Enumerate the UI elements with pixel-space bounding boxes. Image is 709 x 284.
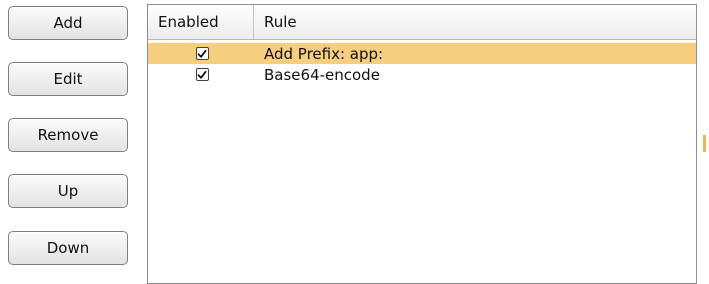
enabled-cell xyxy=(148,47,254,60)
enabled-checkbox[interactable] xyxy=(195,47,209,60)
add-button[interactable]: Add xyxy=(8,6,128,40)
enabled-checkbox[interactable] xyxy=(195,68,209,81)
enabled-cell xyxy=(148,68,254,81)
checkmark-icon xyxy=(197,70,207,79)
edit-button[interactable]: Edit xyxy=(8,62,128,96)
rule-cell: Add Prefix: app: xyxy=(264,44,384,63)
table-row[interactable]: Base64-encode xyxy=(148,64,696,85)
checkmark-icon xyxy=(197,49,207,58)
table-row[interactable]: Add Prefix: app: xyxy=(148,43,696,64)
column-header-rule[interactable]: Rule xyxy=(254,5,696,39)
column-header-enabled[interactable]: Enabled xyxy=(148,5,254,39)
up-button[interactable]: Up xyxy=(8,174,128,208)
down-button[interactable]: Down xyxy=(8,231,128,265)
table-header: Enabled Rule xyxy=(148,5,696,40)
rule-cell: Base64-encode xyxy=(264,65,380,84)
table-body: Add Prefix: app: Base64-encode xyxy=(148,43,696,85)
remove-button[interactable]: Remove xyxy=(8,118,128,152)
edge-marker xyxy=(703,135,706,152)
rules-table: Enabled Rule Add Prefix: app: Base64-enc… xyxy=(147,4,697,284)
